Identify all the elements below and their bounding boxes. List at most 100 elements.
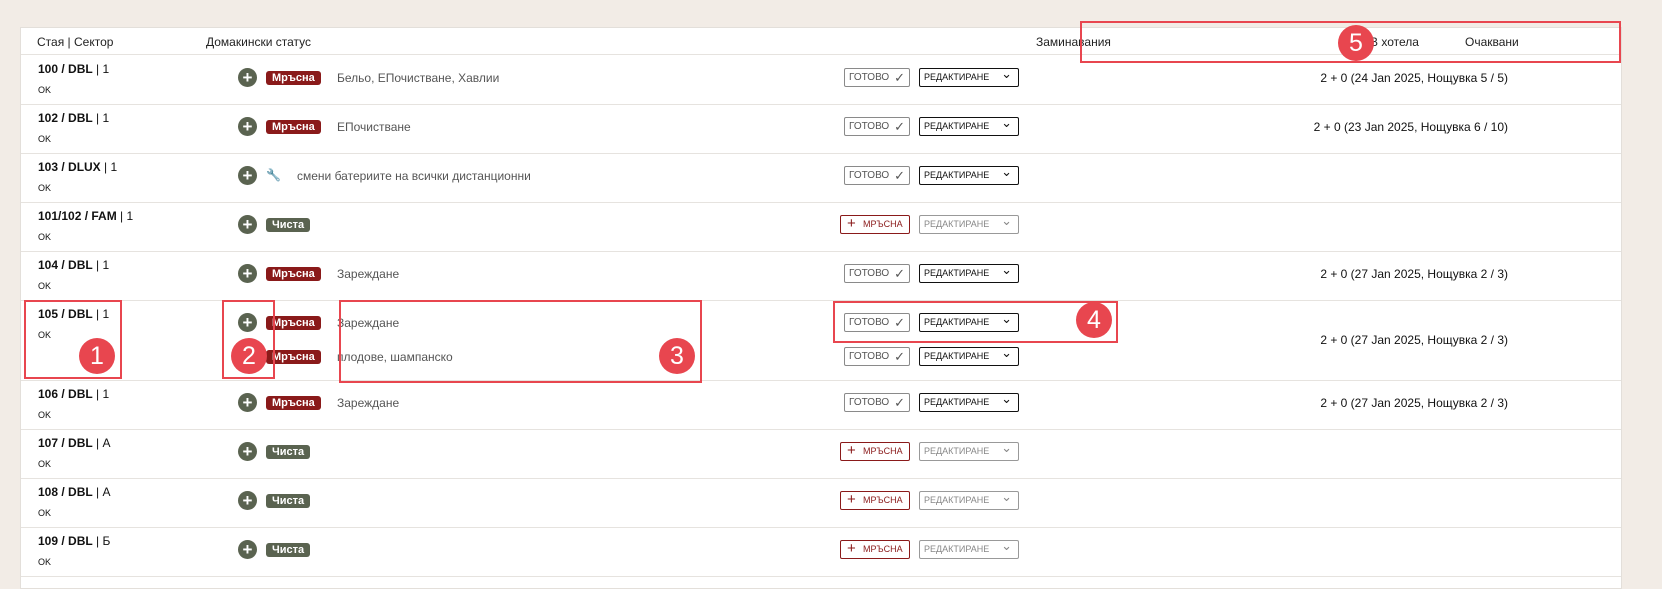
plus-icon: + bbox=[847, 491, 856, 508]
room-ok-status: OK bbox=[38, 459, 52, 469]
room-sector: | 1 bbox=[92, 258, 110, 272]
status-badge: Чиста bbox=[266, 543, 311, 557]
header-housekeeping-status: Домакински статус bbox=[206, 35, 311, 49]
chevron-down-icon: ⌄ bbox=[1001, 489, 1012, 504]
edit-dropdown[interactable]: РЕДАКТИРАНЕ ⌄ bbox=[919, 66, 1019, 87]
ready-label: ГОТОВО bbox=[849, 351, 890, 362]
edit-label: РЕДАКТИРАНЕ bbox=[924, 446, 990, 456]
chevron-down-icon: ⌄ bbox=[1001, 164, 1012, 179]
task-description: Зареждане bbox=[337, 396, 400, 410]
room-label: 103 / DLUX | 1 bbox=[38, 160, 117, 174]
departure-info: 2 + 0 (27 Jan 2025, Нощувка 2 / 3) bbox=[1320, 396, 1508, 410]
mark-dirty-label: МРЪСНА bbox=[863, 544, 903, 554]
plus-circle-icon[interactable]: + bbox=[238, 393, 257, 412]
ready-button[interactable]: ГОТОВО ✓ bbox=[844, 264, 910, 283]
edit-dropdown[interactable]: РЕДАКТИРАНЕ ⌄ bbox=[919, 440, 1019, 461]
mark-dirty-button[interactable]: + МРЪСНА bbox=[840, 215, 910, 234]
status-badge: Чиста bbox=[266, 494, 311, 508]
plus-icon: + bbox=[847, 540, 856, 557]
chevron-down-icon: ⌄ bbox=[1001, 391, 1012, 406]
table-row: 108 / DBL | А OK + Чиста + МРЪСНА РЕДАКТИРАНЕ ⌄ bbox=[21, 478, 1621, 528]
status-badge: Мръсна bbox=[266, 120, 321, 134]
room-sector: | А bbox=[92, 436, 111, 450]
room-ok-status: OK bbox=[38, 85, 52, 95]
edit-dropdown[interactable]: РЕДАКТИРАНЕ ⌄ bbox=[919, 262, 1019, 283]
annotation-box-3 bbox=[339, 300, 702, 383]
task-description: ЕПочистване bbox=[337, 120, 411, 134]
status-badge: Мръсна bbox=[266, 71, 321, 85]
plus-circle-icon[interactable]: + bbox=[238, 68, 257, 87]
edit-label: РЕДАКТИРАНЕ bbox=[924, 397, 990, 407]
plus-circle-icon[interactable]: + bbox=[238, 491, 257, 510]
edit-dropdown[interactable]: РЕДАКТИРАНЕ ⌄ bbox=[919, 538, 1019, 559]
table-row: 101/102 / FAM | 1 OK + Чиста + МРЪСНА РЕДАКТИР… bbox=[21, 202, 1621, 252]
departure-info: 2 + 0 (27 Jan 2025, Нощувка 2 / 3) bbox=[1320, 267, 1508, 281]
room-number: 106 / DBL bbox=[38, 387, 93, 401]
chevron-down-icon: ⌄ bbox=[1001, 262, 1012, 277]
ready-label: ГОТОВО bbox=[849, 170, 890, 181]
room-sector: | 1 bbox=[92, 111, 110, 125]
room-number: 103 / DLUX bbox=[38, 160, 101, 174]
room-label: 102 / DBL | 1 bbox=[38, 111, 109, 125]
mark-dirty-label: МРЪСНА bbox=[863, 495, 903, 505]
mark-dirty-label: МРЪСНА bbox=[863, 446, 903, 456]
room-sector: | 1 bbox=[100, 160, 118, 174]
edit-dropdown[interactable]: РЕДАКТИРАНЕ ⌄ bbox=[919, 345, 1019, 366]
table-row: 109 / DBL | Б OK + Чиста + МРЪСНА РЕДАКТИРАНЕ ⌄ bbox=[21, 527, 1621, 577]
ready-button[interactable]: ГОТОВО ✓ bbox=[844, 393, 910, 412]
annotation-badge-4: 4 bbox=[1076, 302, 1112, 338]
ready-label: ГОТОВО bbox=[849, 397, 890, 408]
ready-button[interactable]: ГОТОВО ✓ bbox=[844, 117, 910, 136]
chevron-down-icon: ⌄ bbox=[1001, 66, 1012, 81]
room-label: 101/102 / FAM | 1 bbox=[38, 209, 133, 223]
room-ok-status: OK bbox=[38, 557, 52, 567]
check-icon: ✓ bbox=[894, 395, 905, 410]
room-number: 107 / DBL bbox=[38, 436, 93, 450]
edit-dropdown[interactable]: РЕДАКТИРАНЕ ⌄ bbox=[919, 115, 1019, 136]
plus-circle-icon[interactable]: + bbox=[238, 264, 257, 283]
wrench-icon: 🔧 bbox=[266, 168, 281, 182]
plus-circle-icon[interactable]: + bbox=[238, 442, 257, 461]
edit-label: РЕДАКТИРАНЕ bbox=[924, 495, 990, 505]
check-icon: ✓ bbox=[894, 266, 905, 281]
plus-circle-icon[interactable]: + bbox=[238, 166, 257, 185]
status-badge: Чиста bbox=[266, 445, 311, 459]
room-label: 100 / DBL | 1 bbox=[38, 62, 109, 76]
ready-button[interactable]: ГОТОВО ✓ bbox=[844, 347, 910, 366]
departure-info: 2 + 0 (24 Jan 2025, Нощувка 5 / 5) bbox=[1320, 71, 1508, 85]
ready-label: ГОТОВО bbox=[849, 72, 890, 83]
table-row: 103 / DLUX | 1 OK + 🔧 смени батериите на вси… bbox=[21, 153, 1621, 203]
edit-dropdown[interactable]: РЕДАКТИРАНЕ ⌄ bbox=[919, 391, 1019, 412]
chevron-down-icon: ⌄ bbox=[1001, 345, 1012, 360]
plus-circle-icon[interactable]: + bbox=[238, 117, 257, 136]
task-description: Бельо, ЕПочистване, Хавлии bbox=[337, 71, 500, 85]
table-row: 102 / DBL | 1 OK + Мръсна ЕПочистване ГОТОВО ✓… bbox=[21, 104, 1621, 154]
mark-dirty-button[interactable]: + МРЪСНА bbox=[840, 442, 910, 461]
ready-button[interactable]: ГОТОВО ✓ bbox=[844, 166, 910, 185]
room-label: 107 / DBL | А bbox=[38, 436, 110, 450]
room-ok-status: OK bbox=[38, 183, 52, 193]
edit-dropdown[interactable]: РЕДАКТИРАНЕ ⌄ bbox=[919, 213, 1019, 234]
room-ok-status: OK bbox=[38, 508, 52, 518]
plus-icon: + bbox=[847, 215, 856, 232]
chevron-down-icon: ⌄ bbox=[1001, 115, 1012, 130]
departure-info: 2 + 0 (23 Jan 2025, Нощувка 6 / 10) bbox=[1313, 120, 1508, 134]
room-sector: | 1 bbox=[92, 387, 110, 401]
room-sector: | Б bbox=[92, 534, 111, 548]
plus-circle-icon[interactable]: + bbox=[238, 215, 257, 234]
mark-dirty-label: МРЪСНА bbox=[863, 219, 903, 229]
room-label: 104 / DBL | 1 bbox=[38, 258, 109, 272]
edit-label: РЕДАКТИРАНЕ bbox=[924, 170, 990, 180]
mark-dirty-button[interactable]: + МРЪСНА bbox=[840, 540, 910, 559]
edit-dropdown[interactable]: РЕДАКТИРАНЕ ⌄ bbox=[919, 489, 1019, 510]
mark-dirty-button[interactable]: + МРЪСНА bbox=[840, 491, 910, 510]
room-number: 102 / DBL bbox=[38, 111, 93, 125]
annotation-badge-1: 1 bbox=[79, 338, 115, 374]
ready-button[interactable]: ГОТОВО ✓ bbox=[844, 68, 910, 87]
chevron-down-icon: ⌄ bbox=[1001, 213, 1012, 228]
status-badge: Мръсна bbox=[266, 267, 321, 281]
annotation-badge-2: 2 bbox=[231, 338, 267, 374]
room-ok-status: OK bbox=[38, 410, 52, 420]
edit-dropdown[interactable]: РЕДАКТИРАНЕ ⌄ bbox=[919, 164, 1019, 185]
plus-circle-icon[interactable]: + bbox=[238, 540, 257, 559]
